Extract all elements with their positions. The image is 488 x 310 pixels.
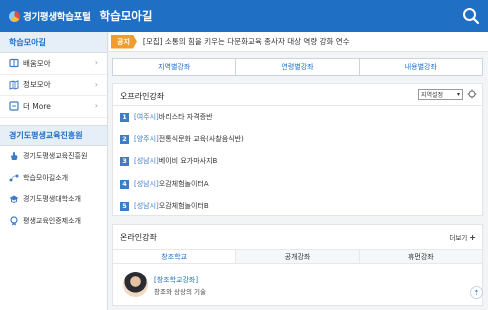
path-icon — [9, 174, 19, 182]
course-name: 바리스타 자격증반 — [158, 113, 213, 121]
tab-human[interactable]: 휴먼강좌 — [360, 250, 482, 263]
tab-changjo[interactable]: 창조학교 — [113, 250, 237, 263]
tab-region[interactable]: 지역별강좌 — [113, 59, 237, 75]
course-region: [성남시] — [134, 157, 159, 165]
more-label: 더보기 — [449, 234, 468, 242]
course-item[interactable]: 4 [성남시] 오감체험놀이터A — [120, 179, 209, 189]
scroll-top-button[interactable]: ⇡ — [470, 286, 483, 299]
lecturer-avatar[interactable] — [123, 272, 148, 297]
course-region: [양주시] — [134, 135, 159, 143]
tab-content[interactable]: 내용별강좌 — [360, 59, 482, 75]
dropdown-triangle-icon: ▾ — [456, 91, 460, 98]
course-category-tabs: 지역별강좌 연령별강좌 내용별강좌 — [112, 58, 483, 76]
portal-logo[interactable]: 경기평생학습포털 — [9, 9, 91, 23]
sidebar-item-label: 정보모아 — [23, 80, 51, 90]
course-number: 5 — [120, 201, 129, 211]
graduation-icon — [9, 195, 19, 203]
course-item[interactable]: 3 [성남시] 베이비 요가마사지B — [120, 156, 217, 166]
hand-icon — [11, 152, 18, 161]
sidebar-item-more[interactable]: 더 More › — [0, 96, 107, 118]
arrow-up-icon: ⇡ — [473, 288, 480, 297]
search-icon[interactable] — [462, 7, 480, 25]
course-region: [성남시] — [134, 202, 159, 210]
logo-mark-icon — [9, 10, 20, 22]
sidebar-link-gill[interactable]: 경기도평생교육진흥원 — [0, 146, 107, 168]
online-courses-panel: 온라인강좌 더보기 + 창조학교 공개강좌 휴먼강좌 [창조학교강좌] 창조와 … — [112, 224, 483, 306]
plus-icon: + — [469, 232, 476, 242]
certificate-icon — [10, 216, 18, 226]
sidebar-item-baeummoa[interactable]: 배움모아 › — [0, 53, 107, 75]
course-region: [성남시] — [134, 180, 159, 188]
grid-icon — [9, 101, 19, 111]
sidebar-link-intro[interactable]: 학습모아길소개 — [0, 167, 107, 189]
app-header: 경기평생학습포털 학습모아길 — [0, 0, 488, 32]
offline-courses-panel: 오프라인강좌 지역설정 ▾ 1 [여주시] 바리스타 자격증반 2 [양주시] … — [112, 83, 483, 216]
course-name: 전통식문화 교육(사찰음식반) — [158, 135, 244, 143]
course-name: 오감체험놀이터A — [158, 180, 209, 188]
chevron-right-icon: › — [94, 58, 98, 67]
online-course-subtitle[interactable]: 창조와 상상의 기술 — [154, 286, 206, 296]
sidebar-link-label: 평생교육인증제소개 — [23, 216, 81, 225]
sidebar-link-university[interactable]: 경기도평생대학소개 — [0, 189, 107, 211]
sidebar-section-title[interactable]: 학습모아길 — [0, 32, 107, 53]
course-region: [여주시] — [134, 113, 159, 121]
logo-text: 경기평생학습포털 — [23, 12, 91, 23]
course-item[interactable]: 1 [여주시] 바리스타 자격증반 — [120, 112, 213, 122]
tab-age[interactable]: 연령별강좌 — [236, 59, 360, 75]
chevron-right-icon: › — [94, 101, 98, 110]
region-select-value: 지역설정 — [421, 92, 444, 99]
course-item[interactable]: 2 [양주시] 전통식문화 교육(사찰음식반) — [120, 134, 244, 144]
sidebar-section-title[interactable]: 경기도평생교육진흥원 — [0, 124, 107, 146]
sidebar-link-label: 경기도평생대학소개 — [23, 195, 81, 204]
more-button[interactable]: 더보기 + — [449, 232, 476, 243]
map-icon — [9, 80, 19, 90]
book-icon — [9, 59, 19, 68]
sidebar-link-label: 학습모아길소개 — [23, 173, 69, 182]
page-title: 학습모아길 — [99, 9, 153, 23]
notice-bar[interactable]: 공지 [모집] 소통의 힘을 키우는 다문화교육 종사자 대상 역량 강화 연수 — [109, 32, 488, 52]
course-number: 2 — [120, 134, 129, 144]
course-name: 베이비 요가마사지B — [158, 157, 218, 165]
online-course-tabs: 창조학교 공개강좌 휴먼강좌 — [113, 249, 482, 264]
sidebar-item-label: 배움모아 — [23, 58, 51, 68]
course-name: 오감체험놀이터B — [158, 202, 209, 210]
chevron-right-icon: › — [94, 79, 98, 89]
panel-title: 온라인강좌 — [120, 233, 157, 242]
sidebar-link-label: 경기도평생교육진흥원 — [23, 152, 88, 161]
course-number: 4 — [120, 179, 129, 189]
online-course-title[interactable]: [창조학교강좌] — [154, 275, 198, 285]
sidebar-link-certification[interactable]: 평생교육인증제소개 — [0, 210, 107, 232]
sidebar-item-jeongbomoa[interactable]: 정보모아 › — [0, 75, 107, 96]
panel-title: 오프라인강좌 — [120, 92, 165, 101]
notice-text[interactable]: [모집] 소통의 힘을 키우는 다문화교육 종사자 대상 역량 강화 연수 — [143, 36, 350, 47]
course-number: 3 — [120, 156, 129, 166]
course-item[interactable]: 5 [성남시] 오감체험놀이터B — [120, 201, 209, 211]
region-select[interactable]: 지역설정 ▾ — [418, 89, 463, 100]
divider — [113, 105, 482, 106]
sidebar-item-label: 더 More — [23, 101, 51, 111]
course-number: 1 — [120, 112, 129, 122]
sidebar: 학습모아길 배움모아 › 정보모아 › 더 More › 경기도평생교육진흥원 … — [0, 32, 108, 310]
tab-open[interactable]: 공개강좌 — [236, 250, 360, 263]
refresh-icon[interactable] — [467, 89, 477, 99]
notice-badge: 공지 — [111, 34, 137, 49]
